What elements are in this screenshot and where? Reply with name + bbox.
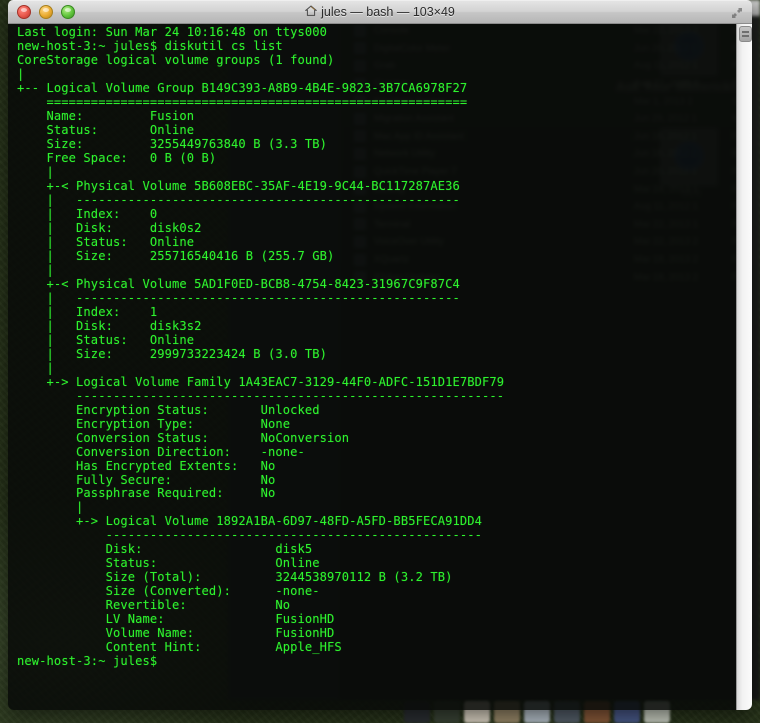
scrollbar-thumb[interactable] <box>739 26 752 42</box>
terminal-output[interactable]: Last login: Sun Mar 24 10:16:48 on ttys0… <box>17 25 730 710</box>
terminal-title: jules — bash — 103×49 <box>8 4 752 20</box>
terminal-window[interactable]: jules — bash — 103×49 Last login: Sun Ma… <box>8 0 752 710</box>
terminal-body[interactable]: Last login: Sun Mar 24 10:16:48 on ttys0… <box>8 24 752 710</box>
fullscreen-button[interactable] <box>730 5 744 19</box>
close-button[interactable] <box>17 5 31 19</box>
terminal-title-bar[interactable]: jules — bash — 103×49 <box>8 0 752 24</box>
window-controls[interactable] <box>17 5 75 19</box>
zoom-button[interactable] <box>61 5 75 19</box>
minimize-button[interactable] <box>39 5 53 19</box>
terminal-scrollbar[interactable] <box>736 24 752 710</box>
terminal-title-text: jules — bash — 103×49 <box>321 5 455 19</box>
home-icon <box>304 4 318 20</box>
